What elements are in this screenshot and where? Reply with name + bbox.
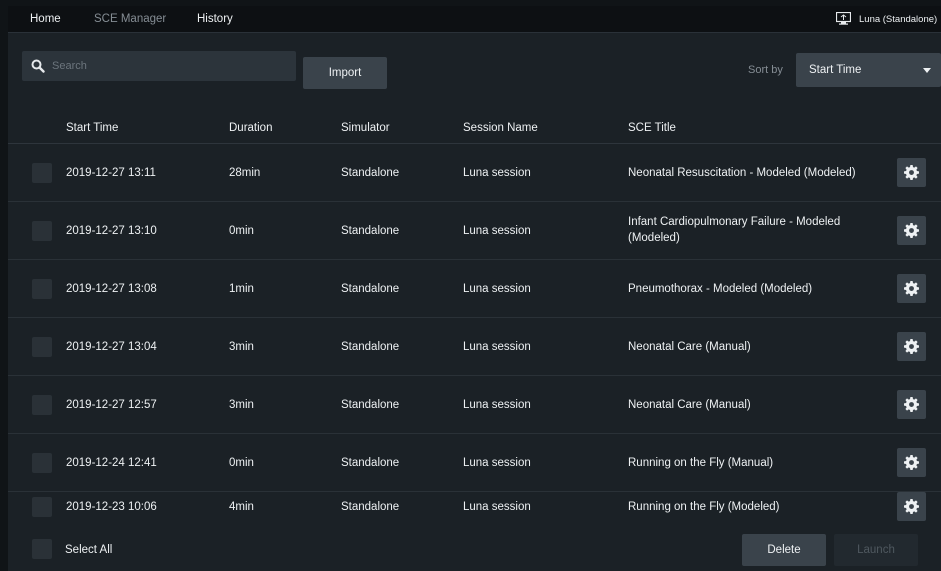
cell-start-time: 2019-12-27 13:04: [66, 341, 157, 353]
row-checkbox[interactable]: [32, 279, 52, 299]
tab-history[interactable]: History: [191, 6, 239, 33]
row-settings-button[interactable]: [897, 448, 926, 477]
gear-icon: [904, 165, 919, 180]
cell-start-time: 2019-12-27 13:10: [66, 225, 157, 237]
gear-icon: [904, 397, 919, 412]
cell-sce-title: Infant Cardiopulmonary Failure - Modeled…: [628, 216, 841, 244]
cell-duration: 3min: [229, 399, 254, 411]
table-row[interactable]: 2019-12-27 13:10 0min Standalone Luna se…: [8, 202, 941, 260]
cell-sce-title: Running on the Fly (Manual): [628, 457, 774, 469]
user-label[interactable]: Luna (Standalone): [859, 6, 941, 33]
select-all-checkbox[interactable]: [32, 539, 52, 559]
delete-button[interactable]: Delete: [742, 534, 826, 566]
launch-button[interactable]: Launch: [834, 534, 918, 566]
cell-start-time: 2019-12-27 13:08: [66, 283, 157, 295]
cell-session-name: Luna session: [463, 341, 531, 353]
cell-simulator: Standalone: [341, 457, 400, 469]
column-duration[interactable]: Duration: [229, 122, 272, 134]
history-window: Home SCE Manager History Luna (Standalon…: [8, 6, 941, 571]
row-checkbox[interactable]: [32, 163, 52, 183]
monitor-icon[interactable]: [836, 12, 851, 25]
search-input[interactable]: [52, 51, 288, 81]
table-row[interactable]: 2019-12-27 13:04 3min Standalone Luna se…: [8, 318, 941, 376]
table-header: Start Time Duration Simulator Session Na…: [8, 112, 941, 144]
row-checkbox[interactable]: [32, 395, 52, 415]
sort-select[interactable]: Start Time: [796, 53, 941, 87]
row-checkbox[interactable]: [32, 453, 52, 473]
cell-sce-title: Neonatal Care (Manual): [628, 341, 751, 353]
tab-sce-manager[interactable]: SCE Manager: [88, 6, 172, 33]
row-checkbox[interactable]: [32, 497, 52, 517]
cell-session-name: Luna session: [463, 457, 531, 469]
cell-simulator: Standalone: [341, 341, 400, 353]
cell-session-name: Luna session: [463, 283, 531, 295]
table-row[interactable]: 2019-12-23 10:06 4min Standalone Luna se…: [8, 476, 941, 526]
cell-sce-title: Pneumothorax - Modeled (Modeled): [628, 283, 813, 295]
row-checkbox[interactable]: [32, 221, 52, 241]
row-settings-button[interactable]: [897, 274, 926, 303]
gear-icon: [904, 499, 919, 514]
caret-down-icon: [923, 68, 931, 73]
column-sce-title[interactable]: SCE Title: [628, 122, 676, 134]
table-row[interactable]: 2019-12-27 12:57 3min Standalone Luna se…: [8, 376, 941, 434]
search-box[interactable]: [22, 51, 296, 81]
cell-simulator: Standalone: [341, 501, 400, 513]
sort-by-label: Sort by: [748, 64, 783, 76]
cell-start-time: 2019-12-24 12:41: [66, 457, 157, 469]
cell-start-time: 2019-12-27 12:57: [66, 399, 157, 411]
cell-simulator: Standalone: [341, 225, 400, 237]
cell-start-time: 2019-12-23 10:06: [66, 501, 157, 513]
row-checkbox[interactable]: [32, 337, 52, 357]
cell-simulator: Standalone: [341, 283, 400, 295]
row-settings-button[interactable]: [897, 492, 926, 521]
row-settings-button[interactable]: [897, 216, 926, 245]
import-button[interactable]: Import: [303, 57, 387, 89]
cell-duration: 4min: [229, 501, 254, 513]
top-navigation: Home SCE Manager History Luna (Standalon…: [8, 6, 941, 33]
cell-start-time: 2019-12-27 13:11: [66, 167, 156, 179]
cell-simulator: Standalone: [341, 399, 400, 411]
cell-duration: 28min: [229, 167, 261, 179]
row-settings-button[interactable]: [897, 390, 926, 419]
cell-duration: 1min: [229, 283, 254, 295]
select-all-label[interactable]: Select All: [65, 544, 112, 556]
cell-session-name: Luna session: [463, 167, 531, 179]
cell-duration: 0min: [229, 457, 254, 469]
cell-simulator: Standalone: [341, 167, 400, 179]
cell-sce-title: Running on the Fly (Modeled): [628, 501, 780, 513]
gear-icon: [904, 223, 919, 238]
column-simulator[interactable]: Simulator: [341, 122, 390, 134]
table-row[interactable]: 2019-12-27 13:11 28min Standalone Luna s…: [8, 144, 941, 202]
column-start-time[interactable]: Start Time: [66, 122, 118, 134]
cell-sce-title: Neonatal Care (Manual): [628, 399, 751, 411]
cell-session-name: Luna session: [463, 399, 531, 411]
cell-duration: 0min: [229, 225, 254, 237]
row-settings-button[interactable]: [897, 332, 926, 361]
tab-home[interactable]: Home: [24, 6, 67, 33]
cell-sce-title: Neonatal Resuscitation - Modeled (Modele…: [628, 167, 856, 179]
cell-duration: 3min: [229, 341, 254, 353]
column-session-name[interactable]: Session Name: [463, 122, 538, 134]
gear-icon: [904, 455, 919, 470]
search-icon: [31, 59, 45, 73]
cell-session-name: Luna session: [463, 225, 531, 237]
sort-selected-value: Start Time: [809, 64, 862, 76]
gear-icon: [904, 339, 919, 354]
row-settings-button[interactable]: [897, 158, 926, 187]
table-row[interactable]: 2019-12-27 13:08 1min Standalone Luna se…: [8, 260, 941, 318]
cell-session-name: Luna session: [463, 501, 531, 513]
gear-icon: [904, 281, 919, 296]
